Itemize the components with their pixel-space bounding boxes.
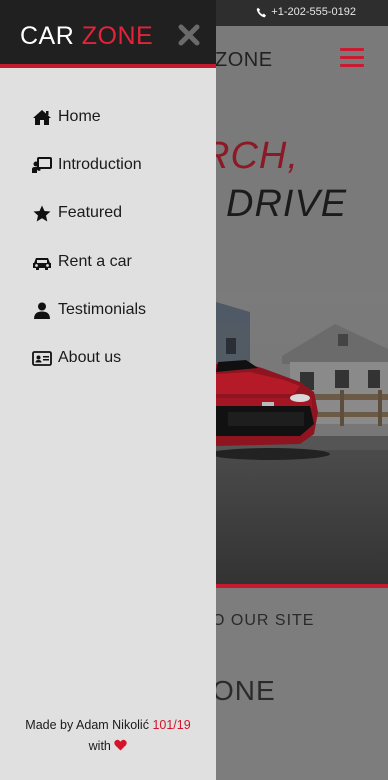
hero-headline-line1: RCH, xyxy=(202,135,299,177)
sidebar-item-label: Introduction xyxy=(58,156,142,173)
sidebar-item-label: Home xyxy=(58,108,101,125)
sidebar-item-label: About us xyxy=(58,349,122,366)
sidebar-item-testimonials[interactable]: Testimonials xyxy=(32,301,146,319)
hamburger-menu-icon[interactable] xyxy=(340,48,364,68)
sidebar-brand-logo[interactable]: CAR ZONE xyxy=(20,22,153,51)
phone-contact[interactable]: +1-202-555-0192 xyxy=(256,6,356,18)
home-icon xyxy=(33,109,51,125)
presentation-icon xyxy=(32,156,52,173)
heart-icon xyxy=(114,739,128,751)
sidebar-item-label: Rent a car xyxy=(58,253,132,270)
brand-zone: ZONE xyxy=(81,22,154,50)
sidebar-item-featured[interactable]: Featured xyxy=(32,204,122,222)
welcome-title: ONE xyxy=(212,675,276,706)
sidebar-item-home[interactable]: Home xyxy=(32,108,101,126)
sidebar-item-about-us[interactable]: About us xyxy=(32,349,121,367)
close-icon[interactable] xyxy=(178,24,200,46)
sidebar-item-label: Testimonials xyxy=(58,301,147,318)
sidebar-header: CAR ZONE xyxy=(0,0,216,68)
car-icon xyxy=(33,257,51,270)
id-card-icon xyxy=(32,350,52,366)
user-icon xyxy=(34,302,50,319)
sidebar-item-label: Featured xyxy=(58,204,123,221)
brand-car: CAR xyxy=(20,22,75,50)
credit-author: Made by Adam Nikolić xyxy=(25,718,149,732)
welcome-subtitle: O OUR SITE xyxy=(212,612,315,629)
sidebar-credit: Made by Adam Nikolić 101/19 with xyxy=(0,715,216,757)
navbar-brand[interactable]: ZONE xyxy=(215,49,273,72)
sidebar-drawer: CAR ZONE Home Introduction Featured Rent… xyxy=(0,0,216,780)
sidebar-item-rent-a-car[interactable]: Rent a car xyxy=(32,253,132,271)
sidebar-item-introduction[interactable]: Introduction xyxy=(32,156,142,174)
phone-icon xyxy=(256,7,267,17)
phone-number: +1-202-555-0192 xyxy=(271,6,356,18)
star-icon xyxy=(33,205,51,221)
header-accent-bar xyxy=(0,64,216,68)
hero-headline-line2: DRIVE xyxy=(226,183,348,225)
credit-with: with xyxy=(88,739,111,753)
credit-tag: 101/19 xyxy=(152,718,191,732)
